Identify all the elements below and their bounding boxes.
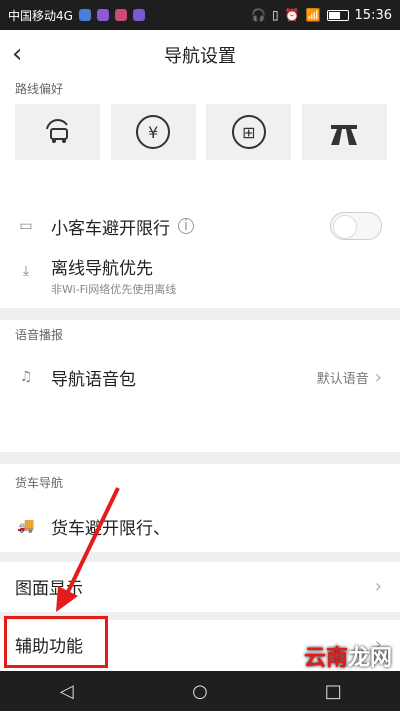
avoid-fee-button[interactable]: ¥ bbox=[110, 104, 196, 160]
car-restrict-label: 小客车避开限行 bbox=[51, 218, 170, 239]
voice-pack-label: 导航语音包 bbox=[51, 369, 136, 390]
section-voice: 语音播报 bbox=[15, 328, 64, 342]
truck-icon: 🚚 bbox=[17, 518, 35, 534]
section-route-pref: 路线偏好 bbox=[15, 82, 64, 96]
clock: 15:36 bbox=[354, 7, 392, 23]
voice-icon: ♫ bbox=[19, 369, 33, 385]
offline-nav-sub: 非Wi-Fi网络优先使用离线 bbox=[51, 283, 177, 296]
car-restrict-row[interactable]: ▭ 小客车避开限行 i bbox=[0, 204, 400, 248]
highway-first-icon bbox=[327, 115, 361, 149]
system-nav-bar: ◁ ○ □ bbox=[0, 671, 400, 711]
voice-pack-row[interactable]: ♫ 导航语音包 默认语音 › bbox=[0, 352, 400, 402]
headset-icon: 🎧 bbox=[251, 8, 267, 22]
chevron-right-icon: › bbox=[374, 366, 382, 388]
offline-nav-label: 离线导航优先 bbox=[51, 259, 153, 279]
highway-first-button[interactable] bbox=[301, 104, 387, 160]
notification-icon bbox=[132, 9, 145, 21]
truck-restrict-row[interactable]: 🚚 货车避开限行、 bbox=[0, 502, 400, 550]
notification-icon bbox=[96, 9, 109, 21]
car-icon: ▭ bbox=[19, 218, 33, 234]
watermark: 云南龙网 bbox=[303, 646, 392, 671]
app-header: ‹ 导航设置 bbox=[0, 30, 400, 80]
chevron-left-icon: ‹ bbox=[12, 39, 23, 69]
voice-default-value: 默认语音 bbox=[316, 371, 369, 387]
alarm-icon: ⏰ bbox=[284, 8, 300, 22]
back-button[interactable]: ‹ bbox=[12, 40, 42, 70]
info-icon[interactable]: i bbox=[178, 218, 194, 234]
car-restrict-toggle[interactable] bbox=[330, 212, 382, 240]
notification-icon bbox=[114, 9, 127, 21]
recents-nav-icon[interactable]: □ bbox=[321, 679, 345, 703]
vibrate-icon: ▯ bbox=[272, 8, 279, 22]
section-truck: 货车导航 bbox=[15, 476, 64, 490]
avoid-congestion-button[interactable] bbox=[15, 104, 100, 160]
avoid-congestion-icon bbox=[41, 115, 75, 149]
carrier-label: 中国移动4G bbox=[8, 8, 73, 23]
divider bbox=[0, 552, 400, 562]
truck-restrict-label: 货车避开限行、 bbox=[51, 518, 170, 539]
download-icon: ⤓ bbox=[22, 263, 30, 279]
avoid-fee-icon: ¥ bbox=[136, 115, 171, 149]
wifi-icon: 📶 bbox=[305, 8, 321, 22]
divider bbox=[0, 452, 400, 464]
offline-nav-row[interactable]: ⤓ 离线导航优先 非Wi-Fi网络优先使用离线 bbox=[0, 254, 400, 302]
display-row[interactable]: 图面显示 › bbox=[0, 562, 400, 610]
divider bbox=[0, 308, 400, 320]
notification-icon bbox=[78, 9, 91, 21]
status-bar: 中国移动4G 🎧 ▯ ⏰ 📶 15:36 bbox=[0, 0, 400, 30]
home-nav-icon[interactable]: ○ bbox=[188, 679, 212, 703]
battery-icon bbox=[326, 9, 349, 21]
route-pref-buttons: ¥ ⊞ bbox=[15, 104, 387, 164]
avoid-highway-toll-icon: ⊞ bbox=[231, 115, 266, 149]
highlight-box bbox=[4, 616, 108, 668]
page-title: 导航设置 bbox=[164, 46, 236, 67]
display-label: 图面显示 bbox=[15, 578, 83, 599]
avoid-highway-button[interactable]: ⊞ bbox=[206, 104, 292, 160]
back-nav-icon[interactable]: ◁ bbox=[55, 679, 79, 703]
chevron-right-icon: › bbox=[374, 575, 382, 597]
